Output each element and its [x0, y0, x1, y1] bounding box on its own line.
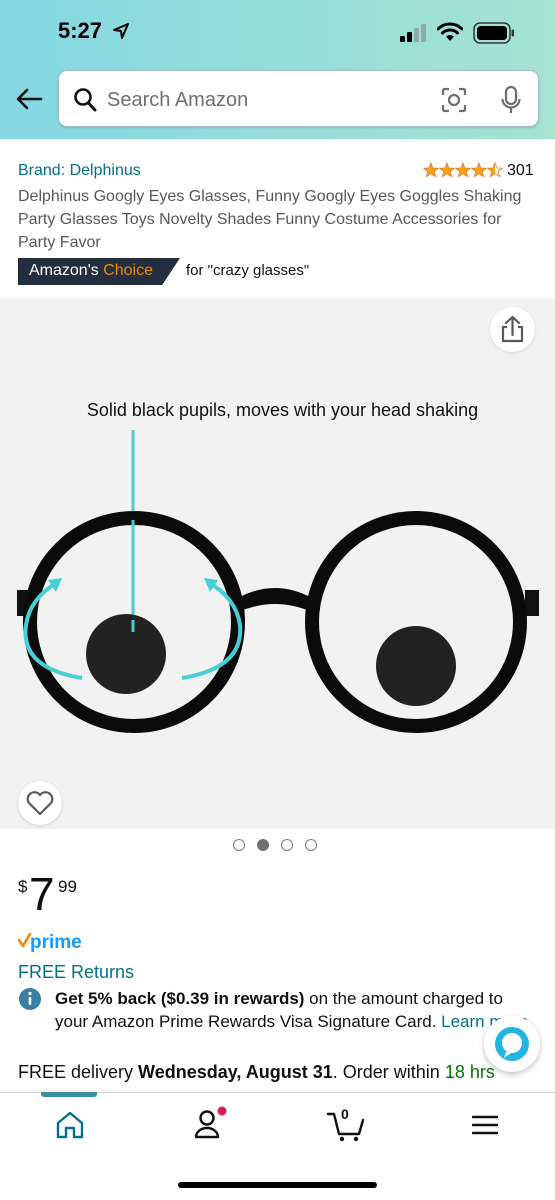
- account-icon[interactable]: [193, 1106, 227, 1142]
- home-icon[interactable]: [55, 1110, 85, 1140]
- image-caption: Solid black pupils, moves with your head…: [86, 400, 479, 420]
- price-symbol: $: [18, 877, 28, 896]
- back-arrow-icon[interactable]: [14, 84, 44, 114]
- microphone-icon[interactable]: [501, 85, 521, 115]
- alexa-icon: [495, 1027, 529, 1061]
- rating-count[interactable]: 301: [507, 162, 534, 180]
- info-icon: [19, 988, 41, 1010]
- product-title: Delphinus Googly Eyes Glasses, Funny Goo…: [18, 188, 522, 251]
- pagination-dot[interactable]: [281, 839, 293, 851]
- brand-link[interactable]: Brand: Delphinus: [18, 162, 141, 180]
- search-input[interactable]: Search Amazon: [58, 70, 539, 127]
- prime-logo-icon: prime: [18, 932, 82, 953]
- search-icon: [74, 88, 97, 112]
- delivery-info: FREE delivery Wednesday, August 31. Orde…: [18, 1062, 548, 1083]
- star-icon: [470, 161, 488, 178]
- share-icon: [501, 315, 524, 343]
- wifi-icon: [437, 22, 463, 41]
- status-time: 5:27: [58, 18, 103, 43]
- delivery-prefix: FREE delivery: [18, 1062, 139, 1082]
- star-icon: [423, 161, 440, 178]
- rewards-bold: Get 5% back ($0.39 in rewards): [55, 989, 305, 1008]
- alexa-button[interactable]: [484, 1016, 540, 1072]
- free-returns-link[interactable]: FREE Returns: [18, 962, 134, 983]
- camera-lens-icon[interactable]: [441, 87, 467, 113]
- rewards-message: Get 5% back ($0.39 in rewards) on the am…: [55, 987, 535, 1033]
- search-placeholder: Search Amazon: [107, 89, 249, 111]
- location-arrow-icon: [113, 23, 129, 39]
- price-fraction: 99: [58, 877, 77, 896]
- home-indicator: [178, 1182, 377, 1188]
- wishlist-button[interactable]: [18, 781, 62, 825]
- pagination-dot[interactable]: [257, 839, 269, 851]
- choice-keyword: for "crazy glasses": [186, 262, 310, 279]
- star-icon: [454, 161, 472, 178]
- prime-label: prime: [30, 932, 82, 953]
- share-button[interactable]: [490, 307, 535, 352]
- cellular-signal-icon: [400, 24, 426, 42]
- choice-label-accent: Choice: [103, 262, 154, 279]
- pagination-dot[interactable]: [233, 839, 245, 851]
- cart-count: 0: [341, 1106, 349, 1122]
- googly-eyes-glasses-image: [17, 430, 539, 733]
- star-icon: [486, 161, 503, 178]
- pagination-dot[interactable]: [305, 839, 317, 851]
- star-icon: [438, 161, 456, 178]
- menu-icon[interactable]: [472, 1114, 498, 1136]
- rating-stars[interactable]: [423, 160, 503, 180]
- delivery-date: Wednesday, August 31: [138, 1062, 333, 1082]
- active-tab-indicator: [41, 1092, 97, 1097]
- delivery-mid: . Order within: [332, 1062, 445, 1082]
- price-whole: 7: [29, 868, 55, 920]
- heart-icon: [26, 791, 54, 816]
- battery-icon: [473, 22, 514, 44]
- choice-label: Amazon's: [29, 262, 104, 279]
- image-pagination-dots[interactable]: [233, 839, 317, 853]
